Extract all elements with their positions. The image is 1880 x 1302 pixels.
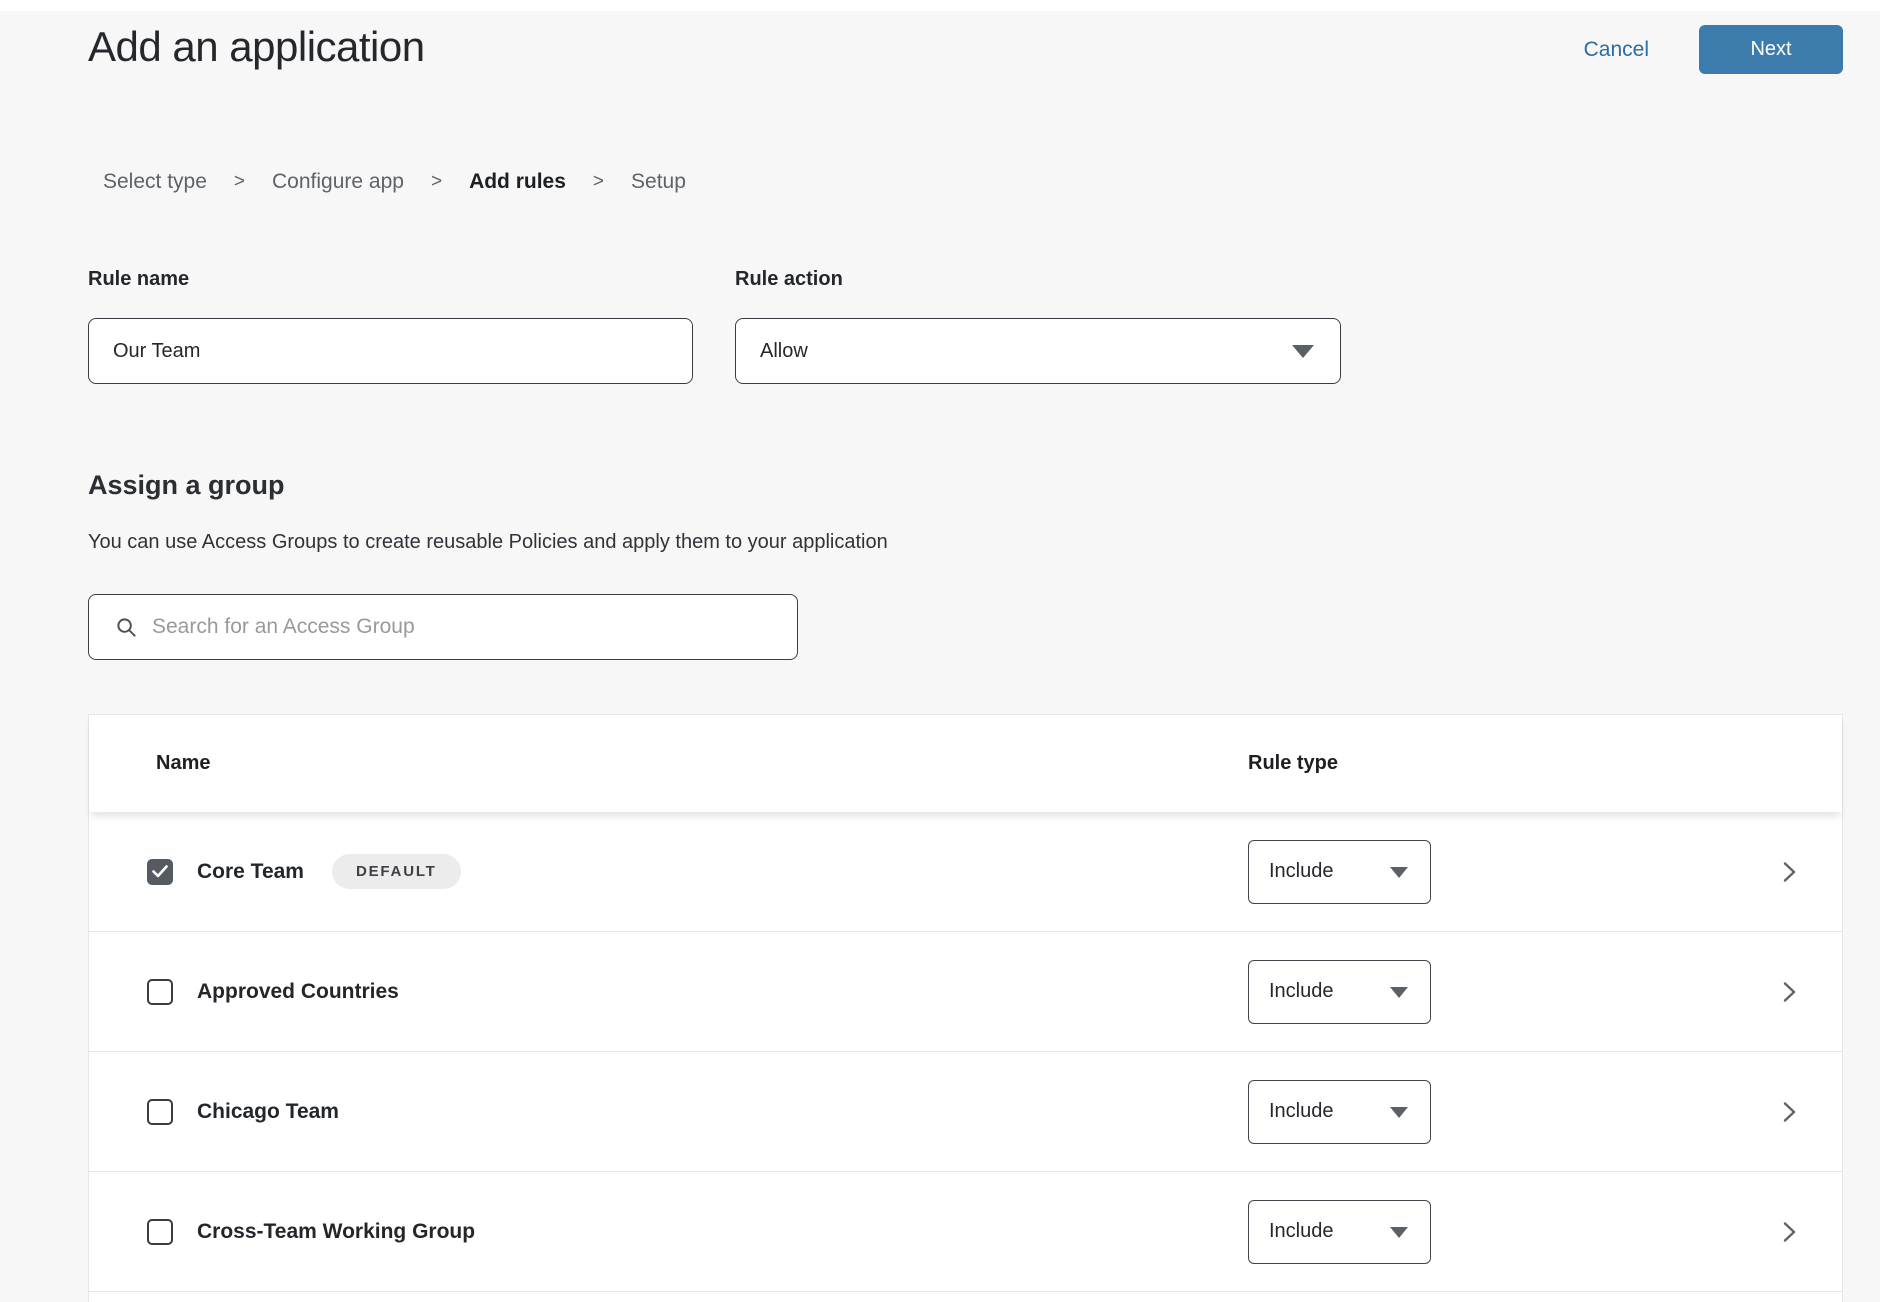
rule-type-value: Include bbox=[1269, 1100, 1334, 1123]
chevron-right-icon[interactable] bbox=[1778, 980, 1800, 1004]
checkmark-icon bbox=[152, 865, 168, 878]
row-checkbox[interactable] bbox=[147, 979, 173, 1005]
row-checkbox[interactable] bbox=[147, 859, 173, 885]
rule-type-value: Include bbox=[1269, 1220, 1334, 1243]
breadcrumb-step-configure-app[interactable]: Configure app bbox=[272, 170, 404, 194]
table-row: Chicago Team Include bbox=[89, 1052, 1842, 1172]
rule-type-value: Include bbox=[1269, 860, 1334, 883]
assign-group-heading: Assign a group bbox=[88, 470, 1843, 501]
breadcrumb-step-select-type[interactable]: Select type bbox=[103, 170, 207, 194]
table-header: Name Rule type bbox=[89, 715, 1842, 812]
rule-type-select[interactable]: Include bbox=[1248, 1080, 1431, 1144]
assign-group-description: You can use Access Groups to create reus… bbox=[88, 531, 1843, 554]
add-application-page: Add an application Cancel Next Select ty… bbox=[0, 11, 1880, 1302]
default-badge: DEFAULT bbox=[332, 854, 461, 889]
group-name: Core Team bbox=[197, 860, 304, 884]
breadcrumb-step-add-rules[interactable]: Add rules bbox=[469, 170, 566, 194]
access-group-search[interactable] bbox=[88, 594, 798, 660]
rule-action-select[interactable]: Allow bbox=[735, 318, 1341, 384]
caret-down-icon bbox=[1390, 1107, 1408, 1118]
chevron-right-icon[interactable] bbox=[1778, 860, 1800, 884]
group-name: Chicago Team bbox=[197, 1100, 339, 1124]
rule-form: Rule name Rule action Allow bbox=[88, 268, 1843, 384]
caret-down-icon bbox=[1292, 345, 1314, 358]
rule-action-field-group: Rule action Allow bbox=[735, 268, 1341, 384]
page-title: Add an application bbox=[88, 23, 425, 71]
caret-down-icon bbox=[1390, 867, 1408, 878]
table-row: Cross-Team Working Group Include bbox=[89, 1172, 1842, 1292]
table-row: Core Team DEFAULT Include bbox=[89, 812, 1842, 932]
column-header-name: Name bbox=[156, 752, 210, 775]
header-actions: Cancel Next bbox=[1584, 23, 1843, 74]
top-nav-remnant bbox=[0, 0, 1880, 11]
row-checkbox[interactable] bbox=[147, 1219, 173, 1245]
chevron-right-icon[interactable] bbox=[1778, 1220, 1800, 1244]
breadcrumb-step-setup[interactable]: Setup bbox=[631, 170, 686, 194]
table-row-partial bbox=[89, 1292, 1842, 1302]
search-icon bbox=[115, 616, 138, 639]
search-input[interactable] bbox=[152, 595, 781, 659]
group-name: Cross-Team Working Group bbox=[197, 1220, 475, 1244]
access-groups-table: Name Rule type Core Team DEFAULT Include bbox=[88, 714, 1843, 1302]
rule-action-label: Rule action bbox=[735, 268, 1341, 291]
column-header-rule-type: Rule type bbox=[1248, 752, 1338, 775]
breadcrumb-separator-icon: > bbox=[234, 171, 245, 193]
rule-type-select[interactable]: Include bbox=[1248, 1200, 1431, 1264]
next-button[interactable]: Next bbox=[1699, 25, 1843, 74]
chevron-right-icon[interactable] bbox=[1778, 1100, 1800, 1124]
caret-down-icon bbox=[1390, 987, 1408, 998]
row-checkbox[interactable] bbox=[147, 1099, 173, 1125]
cancel-button[interactable]: Cancel bbox=[1584, 38, 1649, 62]
page-header: Add an application Cancel Next bbox=[88, 11, 1843, 74]
rule-type-value: Include bbox=[1269, 980, 1334, 1003]
breadcrumb-separator-icon: > bbox=[593, 171, 604, 193]
rule-name-input[interactable] bbox=[88, 318, 693, 384]
group-name: Approved Countries bbox=[197, 980, 399, 1004]
rule-action-value: Allow bbox=[760, 340, 808, 363]
rule-type-select[interactable]: Include bbox=[1248, 840, 1431, 904]
breadcrumb: Select type > Configure app > Add rules … bbox=[103, 170, 1843, 194]
breadcrumb-separator-icon: > bbox=[431, 171, 442, 193]
rule-name-label: Rule name bbox=[88, 268, 693, 291]
rule-name-field-group: Rule name bbox=[88, 268, 693, 384]
table-row: Approved Countries Include bbox=[89, 932, 1842, 1052]
caret-down-icon bbox=[1390, 1227, 1408, 1238]
rule-type-select[interactable]: Include bbox=[1248, 960, 1431, 1024]
